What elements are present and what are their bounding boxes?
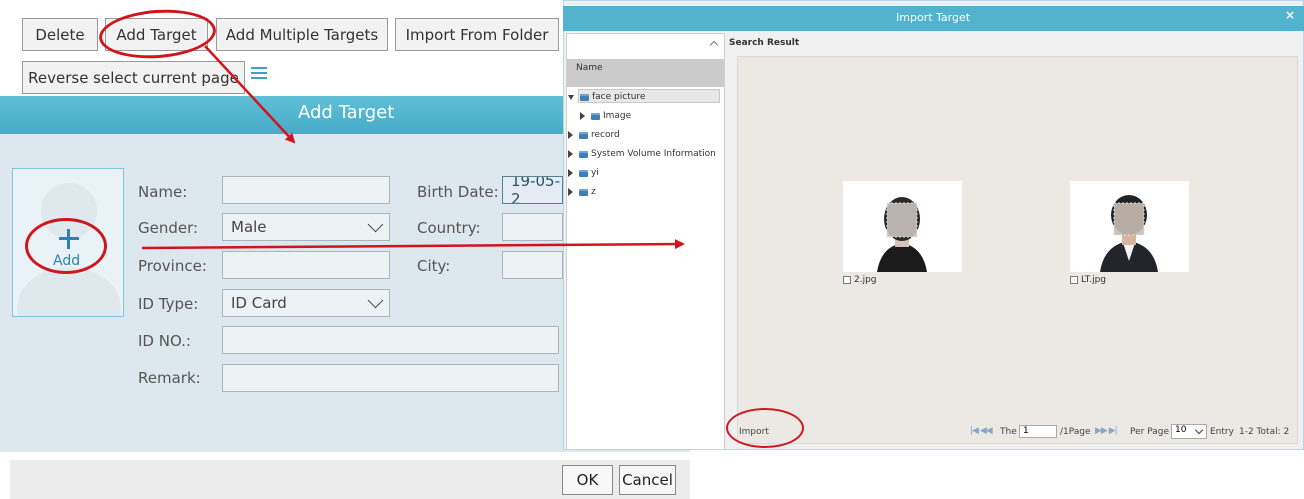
annotation-arrows [141,45,685,250]
arrow-to-form [204,45,296,144]
arrow-to-dialog [141,239,685,250]
